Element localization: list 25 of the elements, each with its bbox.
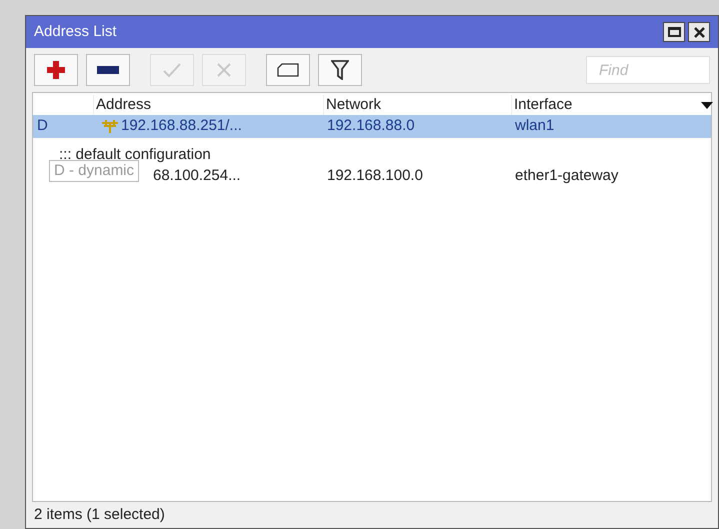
status-text: 2 items (1 selected) (34, 504, 165, 525)
maximize-button[interactable] (663, 22, 685, 42)
find-field[interactable]: Find (586, 56, 710, 84)
flag-cell[interactable]: D (33, 115, 93, 138)
filter-icon (331, 60, 349, 80)
note-icon (277, 63, 299, 77)
cross-icon (216, 62, 232, 78)
minus-icon (97, 66, 119, 74)
network-cell[interactable]: 192.168.100.0 (323, 165, 511, 188)
address-cell-text: 192.168.88.251/... (121, 116, 242, 136)
network-cell[interactable]: 192.168.88.0 (323, 115, 511, 138)
remove-button[interactable] (86, 54, 130, 86)
plus-icon (46, 60, 66, 80)
interface-cell[interactable]: wlan1 (511, 115, 711, 138)
comment-button[interactable] (266, 54, 310, 86)
check-icon (162, 62, 182, 78)
close-icon (694, 26, 704, 38)
address-cell-background[interactable]: 192.168.88.251/... (93, 115, 323, 138)
filter-button[interactable] (318, 54, 362, 86)
tooltip: D - dynamic (49, 160, 140, 182)
dropdown-icon[interactable] (701, 102, 713, 109)
window-title: Address List (34, 22, 117, 42)
add-button[interactable] (34, 54, 78, 86)
close-button[interactable] (688, 22, 710, 42)
interface-cell[interactable]: ether1-gateway (511, 165, 711, 188)
